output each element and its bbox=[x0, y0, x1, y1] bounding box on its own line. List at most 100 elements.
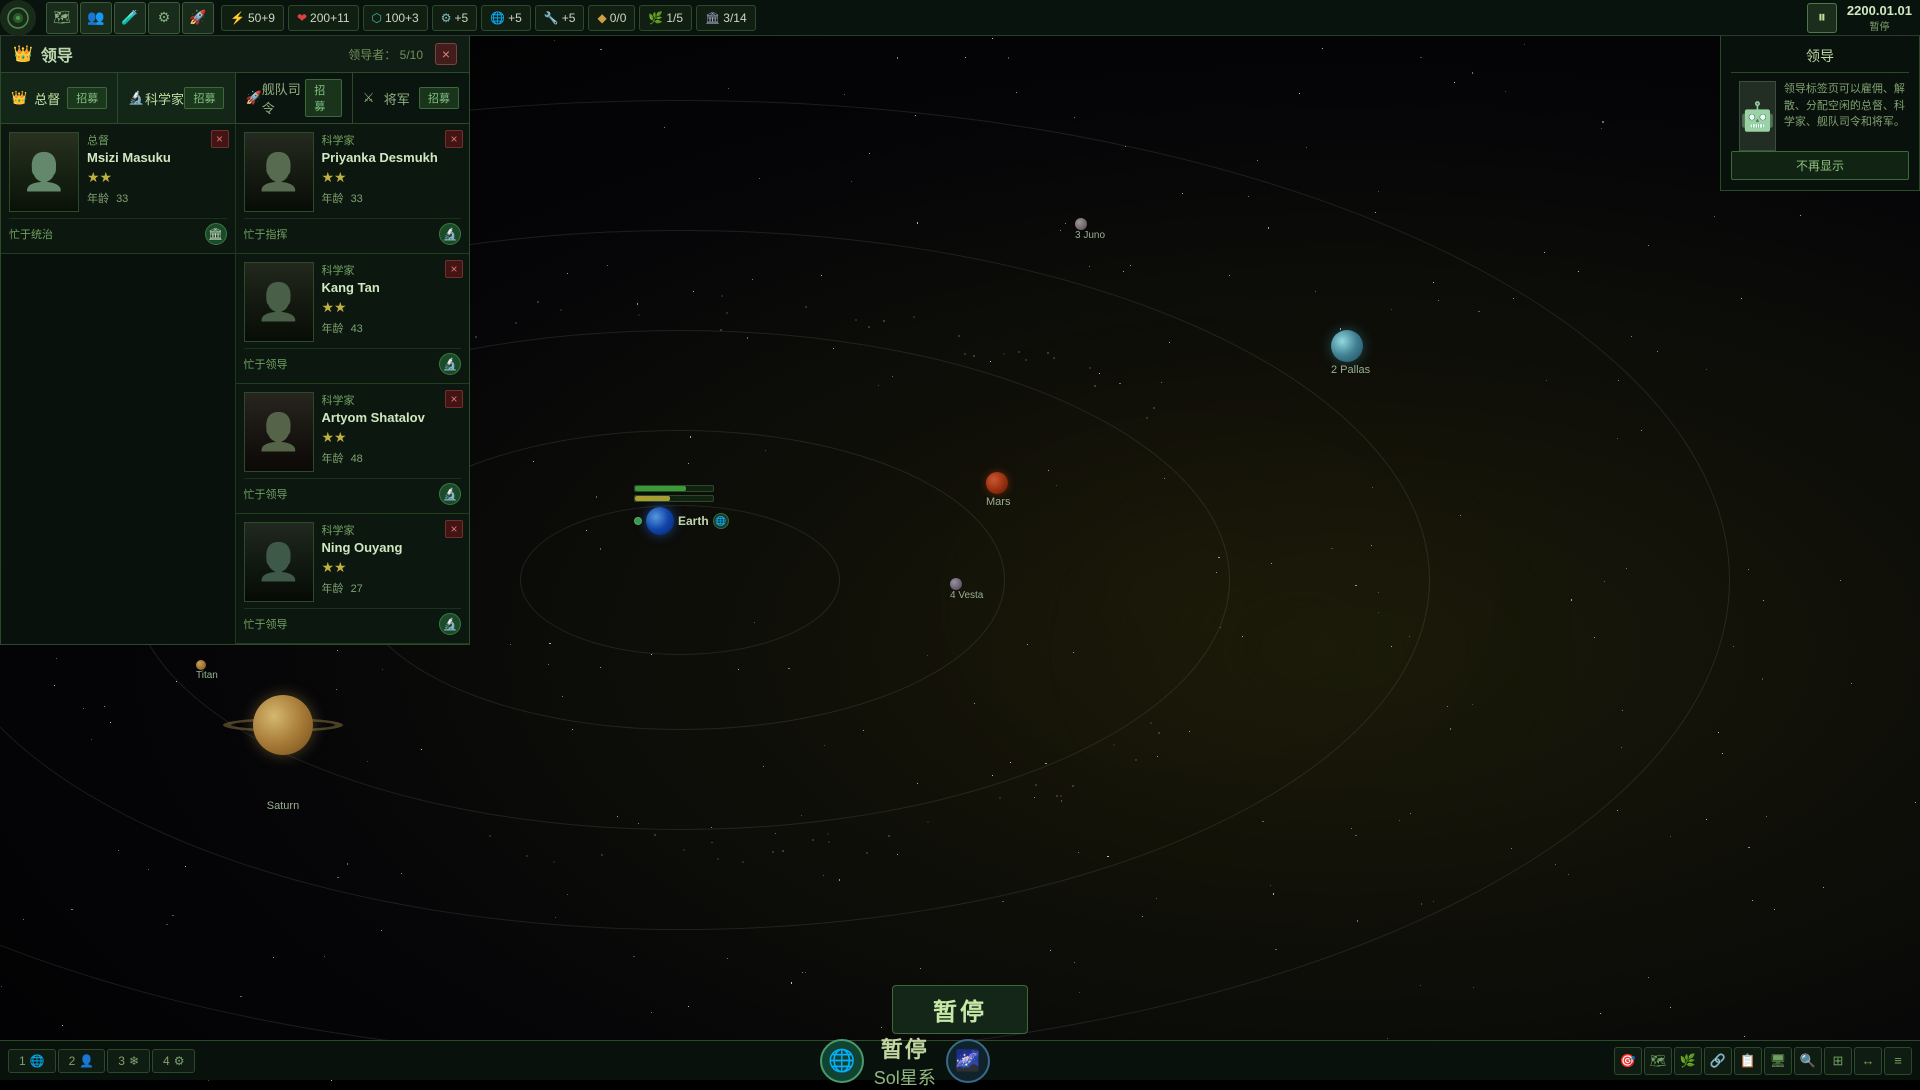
governor-dismiss-btn[interactable]: × bbox=[211, 130, 229, 148]
sci2-status-icon: 🔬 bbox=[439, 353, 461, 375]
tab3-num: 3 bbox=[118, 1054, 125, 1068]
saturn-label: Saturn bbox=[243, 800, 323, 812]
br-leaf-icon[interactable]: 🌿 bbox=[1674, 1047, 1702, 1075]
sci1-status-icon: 🔬 bbox=[439, 223, 461, 245]
bottom-tab-1[interactable]: 1 🌐 bbox=[8, 1049, 56, 1073]
uranus-planet[interactable] bbox=[1331, 330, 1363, 362]
governor-recruit-btn[interactable]: 招募 bbox=[67, 87, 107, 109]
sci4-age-value: 27 bbox=[351, 583, 363, 595]
scientist-column: 科学家 Priyanka Desmukh ★★ 年龄 33 × 忙于指挥 🔬 bbox=[236, 124, 470, 644]
mars-planet[interactable] bbox=[986, 472, 1008, 494]
titan-planet[interactable] bbox=[196, 660, 206, 670]
energy-icon: ⚡ bbox=[230, 11, 245, 25]
sol-globe-btn[interactable]: 🌐 bbox=[820, 1039, 864, 1083]
scientist-card-1: 科学家 Priyanka Desmukh ★★ 年龄 33 × 忙于指挥 🔬 bbox=[236, 124, 470, 254]
bottom-tab-2[interactable]: 2 👤 bbox=[58, 1049, 106, 1073]
juno-planet[interactable] bbox=[950, 578, 962, 590]
nav-map-btn[interactable]: 🗺 bbox=[46, 2, 78, 34]
br-map-icon[interactable]: 🗺 bbox=[1644, 1047, 1672, 1075]
earth-ui-area: Earth 🌐 bbox=[634, 485, 729, 535]
no-show-button[interactable]: 不再显示 bbox=[1731, 151, 1909, 180]
pallas-area: 3 Juno bbox=[1075, 218, 1105, 241]
earth-icon-2[interactable]: 🌐 bbox=[713, 513, 729, 529]
pallas-planet[interactable] bbox=[1075, 218, 1087, 230]
r1-value: +5 bbox=[455, 11, 469, 25]
r2-icon: 🌐 bbox=[490, 11, 505, 25]
bottom-tab-3[interactable]: 3 ❄ bbox=[107, 1049, 150, 1073]
nav-ship-btn[interactable]: 🚀 bbox=[182, 2, 214, 34]
tab1-num: 1 bbox=[19, 1054, 26, 1068]
br-list-icon[interactable]: 📋 bbox=[1734, 1047, 1762, 1075]
subtitle-prefix: 领导者： bbox=[348, 48, 396, 62]
general-tab-icon: ⚔ bbox=[363, 90, 375, 106]
r1-icon: ⚙ bbox=[441, 11, 452, 25]
general-recruit-btn[interactable]: 招募 bbox=[419, 87, 459, 109]
governor-status-icon: 🏛 bbox=[205, 223, 227, 245]
governor-column: 总督 Msizi Masuku ★★ 年龄 33 × 忙于统治 🏛 bbox=[1, 124, 236, 644]
panel-subtitle: 领导者： 5/10 bbox=[348, 46, 423, 63]
br-grid-icon[interactable]: ⊞ bbox=[1824, 1047, 1852, 1075]
earth-planet[interactable] bbox=[646, 507, 674, 535]
scientist-tab-icon: 🔬 bbox=[128, 90, 144, 106]
sci4-type: 科学家 bbox=[322, 522, 462, 538]
sci1-dismiss-btn[interactable]: × bbox=[445, 130, 463, 148]
panel-close-button[interactable]: × bbox=[435, 43, 457, 65]
scientist-3-avatar bbox=[244, 392, 314, 472]
nav-people-btn[interactable]: 👥 bbox=[80, 2, 112, 34]
saturn-planet[interactable] bbox=[253, 695, 313, 755]
sci2-stars: ★★ bbox=[322, 299, 462, 316]
br-expand-icon[interactable]: ↔ bbox=[1854, 1047, 1882, 1075]
sci4-status-icon: 🔬 bbox=[439, 613, 461, 635]
earth-dot bbox=[634, 517, 642, 525]
saturn-area: Saturn bbox=[243, 685, 323, 812]
general-tab-label: 将军 bbox=[384, 89, 410, 108]
tab-governor[interactable]: 👑 总督 招募 bbox=[1, 73, 118, 123]
resource-r3: 🔧 +5 bbox=[535, 5, 585, 31]
sci2-dismiss-btn[interactable]: × bbox=[445, 260, 463, 278]
game-logo[interactable] bbox=[0, 0, 36, 36]
date-main: 2200.01.01 bbox=[1847, 3, 1912, 18]
sci4-age-label: 年龄 bbox=[322, 583, 344, 595]
nav-research-btn[interactable]: 🧪 bbox=[114, 2, 146, 34]
admiral-recruit-btn[interactable]: 招募 bbox=[305, 79, 341, 117]
leader-columns: 总督 Msizi Masuku ★★ 年龄 33 × 忙于统治 🏛 bbox=[1, 124, 469, 644]
subtitle-value: 5/10 bbox=[400, 48, 423, 62]
sci3-name: Artyom Shatalov bbox=[322, 410, 462, 425]
sci3-dismiss-btn[interactable]: × bbox=[445, 390, 463, 408]
sci1-age-value: 33 bbox=[351, 193, 363, 205]
tab4-icon: ⚙ bbox=[174, 1054, 185, 1068]
earth-bar-2 bbox=[635, 496, 670, 501]
astro-btn[interactable]: 🌌 bbox=[946, 1039, 990, 1083]
r4-icon: ◆ bbox=[597, 11, 606, 25]
bottom-tab-4[interactable]: 4 ⚙ bbox=[152, 1049, 195, 1073]
governor-age: 年龄 33 bbox=[87, 190, 227, 206]
earth-bar-1 bbox=[635, 486, 686, 491]
juno-area: 4 Vesta bbox=[950, 578, 983, 601]
br-link-icon[interactable]: 🔗 bbox=[1704, 1047, 1732, 1075]
bottom-center: 🌐 暂停 Sol星系 🌌 bbox=[203, 1032, 1606, 1090]
resource-r2: 🌐 +5 bbox=[481, 5, 531, 31]
tab-admiral[interactable]: 🚀 舰队司令 招募 bbox=[236, 73, 353, 123]
sci2-age-label: 年龄 bbox=[322, 323, 344, 335]
pause-button[interactable]: ⏸ bbox=[1807, 3, 1837, 33]
governor-card: 总督 Msizi Masuku ★★ 年龄 33 × 忙于统治 🏛 bbox=[1, 124, 235, 254]
r3-value: +5 bbox=[562, 11, 576, 25]
br-target-icon[interactable]: 🎯 bbox=[1614, 1047, 1642, 1075]
sci2-age-value: 43 bbox=[351, 323, 363, 335]
leader-panel-icon: 👑 bbox=[13, 44, 33, 64]
nav-tech-btn[interactable]: ⚙ bbox=[148, 2, 180, 34]
tab2-num: 2 bbox=[69, 1054, 76, 1068]
tab-scientist[interactable]: 🔬 科学家 招募 bbox=[118, 73, 235, 123]
br-zoom-icon[interactable]: 🔍 bbox=[1794, 1047, 1822, 1075]
tab-general[interactable]: ⚔ 将军 招募 bbox=[353, 73, 469, 123]
br-menu-icon[interactable]: ≡ bbox=[1884, 1047, 1912, 1075]
r5-value: 1/5 bbox=[666, 11, 683, 25]
governor-tab-label: 总督 bbox=[34, 89, 60, 108]
scientist-card-2: 科学家 Kang Tan ★★ 年龄 43 × 忙于领导 🔬 bbox=[236, 254, 470, 384]
pause-icon: ⏸ bbox=[1818, 9, 1826, 27]
governor-age-value: 33 bbox=[116, 193, 128, 205]
br-screen-icon[interactable]: 🖥 bbox=[1764, 1047, 1792, 1075]
scientist-recruit-btn[interactable]: 招募 bbox=[184, 87, 224, 109]
sci3-status-text: 忙于领导 bbox=[244, 486, 288, 502]
sci4-dismiss-btn[interactable]: × bbox=[445, 520, 463, 538]
